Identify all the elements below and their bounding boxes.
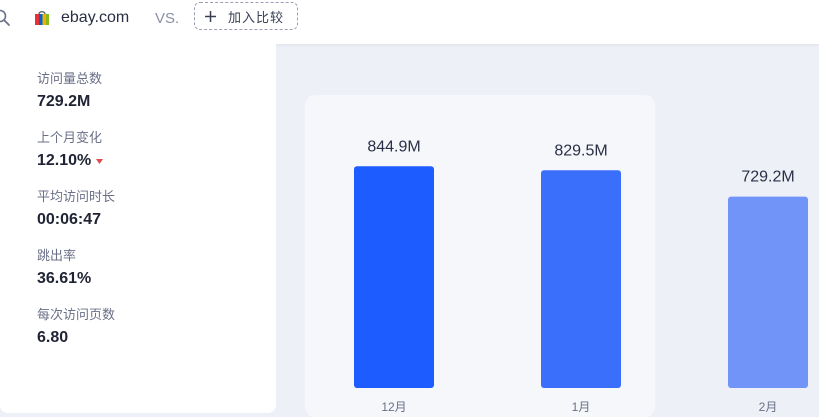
- chart-bar[interactable]: [354, 166, 434, 388]
- chart-bar[interactable]: [728, 196, 808, 388]
- bar-value-label: 829.5M: [554, 142, 607, 159]
- bar-value-label: 729.2M: [741, 169, 794, 186]
- x-tick-label: 12月: [381, 400, 406, 414]
- x-tick-label: 1月: [572, 400, 591, 414]
- x-tick-label: 2月: [759, 400, 778, 414]
- visits-bar-chart: 844.9M 12月 829.5M 1月 729.2M 2月: [354, 138, 808, 414]
- chart-bar[interactable]: [541, 170, 621, 388]
- bar-value-label: 844.9M: [367, 138, 420, 155]
